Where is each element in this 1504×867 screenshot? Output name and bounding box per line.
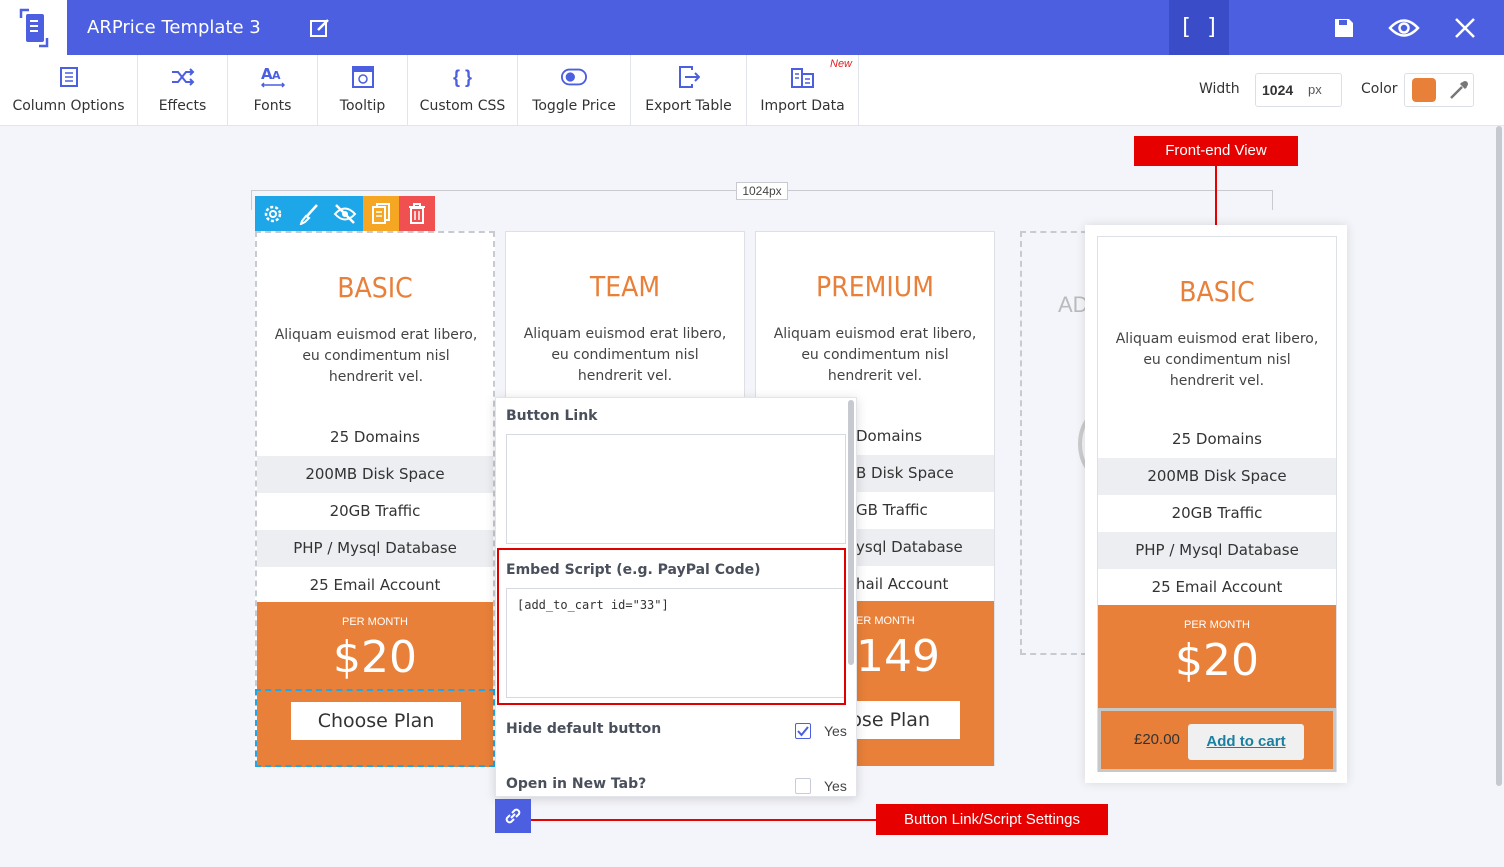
feature-row: PHP / Mysql Database — [1098, 532, 1336, 569]
price-value[interactable]: $20 — [257, 632, 493, 683]
save-icon[interactable] — [1330, 14, 1358, 42]
choose-plan-button[interactable]: Choose Plan — [291, 702, 461, 740]
front-end-column-basic: BASIC Aliquam euismod erat libero, eu co… — [1097, 236, 1337, 772]
tool-tooltip[interactable]: Tooltip — [318, 55, 408, 125]
front-end-view-tag: Front-end View — [1134, 136, 1298, 166]
column-options-icon — [56, 64, 82, 90]
column-description[interactable]: Aliquam euismod erat libero, eu condimen… — [271, 325, 481, 388]
tool-fonts[interactable]: AA Fonts — [228, 55, 318, 125]
ruler-tick — [1272, 190, 1273, 210]
hide-eye-icon[interactable] — [327, 196, 363, 232]
tool-export-table[interactable]: Export Table — [631, 55, 747, 125]
add-to-cart-area: £20.00 Add to cart — [1098, 708, 1336, 772]
app-title: ARPrice Template 3 — [87, 17, 261, 38]
tool-label: Fonts — [253, 98, 292, 114]
button-link-script-settings-tag: Button Link/Script Settings — [876, 804, 1108, 835]
per-month-label: PER MONTH — [342, 616, 408, 628]
open-new-tab-checkbox[interactable] — [795, 778, 811, 794]
column-description: Aliquam euismod erat libero, eu condimen… — [1115, 331, 1319, 389]
annotation-line — [1215, 166, 1217, 226]
tool-label: Import Data — [760, 98, 845, 114]
hide-default-yes: Yes — [824, 723, 847, 739]
braces-icon: { } — [452, 66, 472, 87]
feature-row[interactable]: 20GB Traffic — [257, 493, 493, 530]
app-logo — [0, 0, 67, 55]
link-icon — [505, 808, 521, 824]
link-settings-button[interactable] — [495, 799, 531, 833]
ruler-tick — [251, 190, 252, 210]
import-icon — [790, 64, 816, 90]
button-link-textarea[interactable] — [506, 434, 846, 544]
tool-toggle-price[interactable]: Toggle Price — [518, 55, 631, 125]
tool-label: Tooltip — [339, 98, 386, 114]
feature-row: 200MB Disk Space — [1098, 458, 1336, 495]
column-title[interactable]: BASIC — [257, 271, 493, 304]
annotation-line — [531, 819, 876, 821]
tool-label: Custom CSS — [419, 98, 506, 114]
open-new-tab-label: Open in New Tab? — [506, 776, 647, 792]
add-to-cart-button[interactable]: Add to cart — [1188, 724, 1304, 760]
open-new-tab-yes: Yes — [824, 778, 847, 794]
svg-text:A: A — [272, 69, 281, 82]
pricing-column-basic[interactable]: BASIC Aliquam euismod erat libero, eu co… — [255, 231, 495, 767]
width-unit: px — [1308, 82, 1322, 97]
check-icon — [797, 726, 809, 737]
hide-default-button-label: Hide default button — [506, 721, 662, 737]
duplicate-icon[interactable] — [363, 196, 399, 232]
button-link-label: Button Link — [506, 408, 598, 424]
column-title: BASIC — [1179, 275, 1255, 308]
edit-title-icon[interactable] — [308, 16, 332, 40]
delete-trash-icon[interactable] — [399, 196, 435, 232]
export-icon — [676, 64, 702, 90]
feature-row[interactable]: 25 Email Account — [257, 567, 493, 604]
feature-row: 25 Email Account — [1151, 578, 1283, 596]
page-scrollbar[interactable] — [1496, 126, 1502, 786]
feature-row: 20GB Traffic — [1171, 504, 1263, 522]
column-toolbar — [255, 196, 435, 232]
tool-label: Effects — [158, 98, 207, 114]
color-swatch[interactable] — [1412, 78, 1436, 102]
feature-row[interactable]: 25 Domains — [257, 419, 493, 456]
feature-row: 25 Domains — [1172, 430, 1262, 448]
tool-effects[interactable]: Effects — [138, 55, 228, 125]
tool-label: Column Options — [12, 98, 125, 114]
per-month-label: PER MONTH — [1184, 619, 1250, 631]
color-label: Color — [1361, 81, 1398, 97]
ruler-label: 1024px — [736, 182, 788, 200]
tool-custom-css[interactable]: { } Custom CSS — [408, 55, 518, 125]
tool-label: Export Table — [645, 98, 732, 114]
column-title[interactable]: TEAM — [506, 270, 744, 303]
fonts-icon: AA — [260, 64, 286, 90]
brush-icon[interactable] — [291, 196, 327, 232]
add-column-text: AD — [1058, 292, 1089, 317]
preview-eye-icon[interactable] — [1388, 14, 1420, 42]
tool-column-options[interactable]: Column Options — [0, 55, 138, 125]
width-label: Width — [1199, 81, 1240, 97]
tooltip-icon — [350, 64, 376, 90]
column-title[interactable]: PREMIUM — [756, 270, 994, 303]
tool-label: Toggle Price — [532, 98, 616, 114]
popup-scrollbar[interactable] — [848, 400, 854, 665]
logo-icon — [19, 8, 48, 47]
width-value: 1024 — [1262, 82, 1294, 98]
new-badge: New — [830, 58, 853, 70]
price-area: PER MONTH $20 Choose Plan — [255, 602, 495, 767]
feature-row[interactable]: PHP / Mysql Database — [257, 530, 493, 567]
toggle-icon — [561, 64, 587, 90]
settings-gear-icon[interactable] — [255, 196, 291, 232]
column-description[interactable]: Aliquam euismod erat libero, eu condimen… — [520, 324, 730, 387]
feature-row[interactable]: 200MB Disk Space — [257, 456, 493, 493]
cart-price: £20.00 — [1134, 731, 1180, 748]
eyedropper-icon[interactable] — [1448, 79, 1470, 101]
embed-script-highlight — [497, 548, 846, 705]
hide-default-checkbox[interactable] — [795, 723, 811, 739]
shuffle-icon — [170, 64, 196, 90]
close-icon[interactable] — [1451, 14, 1479, 42]
fullscreen-button[interactable]: [ ] — [1169, 0, 1229, 55]
price-value: $20 — [1175, 635, 1259, 686]
column-description[interactable]: Aliquam euismod erat libero, eu condimen… — [770, 324, 980, 387]
